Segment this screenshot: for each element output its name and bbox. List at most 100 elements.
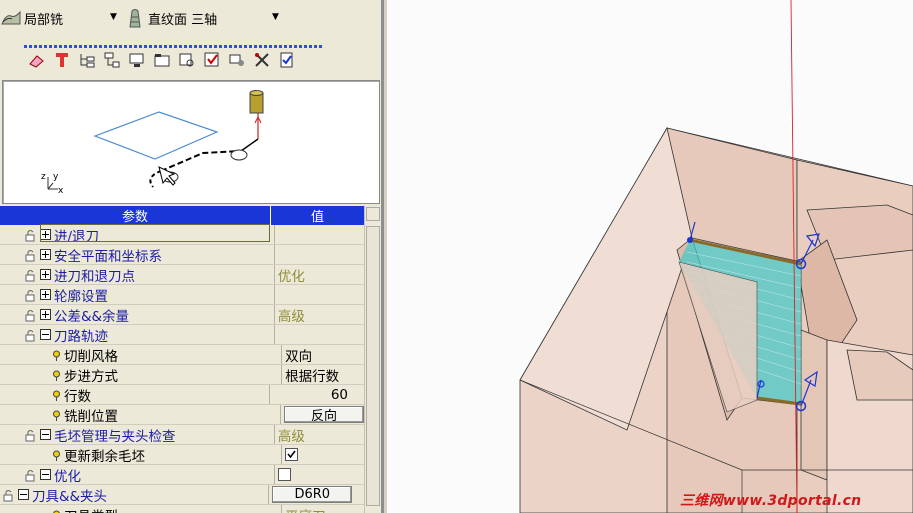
- tree-edit-icon[interactable]: [76, 50, 97, 71]
- optimize-checkbox[interactable]: [277, 468, 291, 481]
- strategy-label: 局部铣: [24, 12, 64, 28]
- row-label: 行数: [64, 388, 91, 405]
- report-icon[interactable]: [276, 50, 297, 71]
- expand-icon[interactable]: [40, 229, 51, 240]
- row-label: 刀路轨迹: [54, 328, 108, 345]
- toolbar: [26, 48, 297, 72]
- tool-select-button[interactable]: D6R0: [272, 486, 353, 503]
- tree-icon[interactable]: [101, 50, 122, 71]
- lock-icon: [24, 228, 38, 242]
- axis-y-label: y: [53, 172, 59, 182]
- row-label: 铣削位置: [64, 408, 118, 425]
- grid-row[interactable]: 公差&&余量 高级: [0, 305, 364, 325]
- strategy-combo[interactable]: 局部铣 ▼: [0, 6, 117, 30]
- lock-icon: [2, 488, 16, 502]
- scroll-thumb[interactable]: [366, 226, 380, 506]
- axis-z-label: z: [41, 172, 46, 182]
- row-value[interactable]: 双向: [282, 345, 364, 365]
- row-value[interactable]: 根据行数: [282, 365, 364, 385]
- axis-x-label: x: [58, 186, 64, 196]
- grid-row[interactable]: 刀具&&夹头 D6R0: [0, 485, 364, 505]
- row-label: 进刀和退刀点: [54, 268, 135, 285]
- row-label: 切削风格: [64, 348, 118, 365]
- row-value[interactable]: 高级: [274, 425, 364, 445]
- grid-row[interactable]: 切削风格 双向: [0, 345, 364, 365]
- pin-icon: [52, 449, 61, 461]
- watermark: 三维网www.3dportal.cn: [680, 493, 862, 509]
- grid-row[interactable]: 步进方式 根据行数: [0, 365, 364, 385]
- row-value[interactable]: 优化: [274, 265, 364, 285]
- grid-scrollbar[interactable]: [364, 206, 381, 513]
- expand-icon[interactable]: [40, 249, 51, 260]
- collapse-icon[interactable]: [40, 469, 51, 480]
- grid-row[interactable]: 进刀和退刀点 优化: [0, 265, 364, 285]
- row-value: [274, 245, 364, 264]
- grid-row[interactable]: 行数 60: [0, 385, 364, 405]
- left-panel: 局部铣 ▼ 直纹面 三轴 ▼ z y x 参数 值 进/退刀 安全平面和坐标系 …: [0, 0, 384, 513]
- grid-row[interactable]: 优化: [0, 465, 364, 485]
- grid-header: 参数 值: [0, 206, 364, 225]
- row-label: 安全平面和坐标系: [54, 248, 162, 265]
- header-value: 值: [310, 210, 324, 225]
- grid-row[interactable]: 更新剩余毛坯: [0, 445, 364, 465]
- surface-icon: [124, 7, 146, 29]
- grid-row[interactable]: 进/退刀: [0, 225, 364, 245]
- expand-icon[interactable]: [40, 269, 51, 280]
- lock-icon: [24, 328, 38, 342]
- pin-icon: [52, 389, 61, 401]
- row-value: [274, 325, 364, 344]
- eraser-icon[interactable]: [26, 50, 47, 71]
- lock-icon: [24, 288, 38, 302]
- grid-row[interactable]: 轮廓设置: [0, 285, 364, 305]
- grid-row[interactable]: 铣削位置 反向: [0, 405, 364, 425]
- settings-icon[interactable]: [226, 50, 247, 71]
- pin-icon: [52, 349, 61, 361]
- row-label: 优化: [54, 468, 81, 485]
- display-icon[interactable]: [126, 50, 147, 71]
- row-label: 毛坯管理与夹头检查: [54, 428, 176, 445]
- scroll-up-icon[interactable]: [366, 207, 380, 221]
- reverse-button[interactable]: 反向: [284, 406, 364, 424]
- row-label: 刀具&&夹头: [32, 488, 108, 505]
- lock-icon: [24, 468, 38, 482]
- chevron-down-icon[interactable]: ▼: [272, 12, 279, 22]
- lock-icon: [24, 428, 38, 442]
- lock-icon: [24, 308, 38, 322]
- surface-label: 直纹面 三轴: [148, 12, 218, 28]
- tool-icon[interactable]: [51, 50, 72, 71]
- tools-icon[interactable]: [251, 50, 272, 71]
- save-icon[interactable]: [201, 50, 222, 71]
- approach-preview: z y x: [2, 80, 380, 204]
- chevron-down-icon[interactable]: ▼: [110, 12, 117, 22]
- row-value: [274, 285, 364, 304]
- row-value[interactable]: 平底刀: [282, 505, 364, 513]
- expand-icon[interactable]: [40, 309, 51, 320]
- update-stock-checkbox[interactable]: [285, 448, 299, 461]
- row-label: 步进方式: [64, 368, 118, 385]
- pin-icon: [52, 409, 61, 421]
- panel-splitter[interactable]: [381, 0, 384, 513]
- row-value: [274, 225, 364, 244]
- collapse-icon[interactable]: [40, 429, 51, 440]
- grid-row[interactable]: 刀路轨迹: [0, 325, 364, 345]
- row-label: 轮廓设置: [54, 288, 108, 305]
- header-param: 参数: [0, 206, 271, 225]
- grid-row[interactable]: 安全平面和坐标系: [0, 245, 364, 265]
- 3d-viewport[interactable]: [387, 0, 913, 513]
- row-value[interactable]: 高级: [274, 305, 364, 325]
- row-value[interactable]: 60: [270, 385, 364, 404]
- expand-icon[interactable]: [40, 289, 51, 300]
- collapse-icon[interactable]: [18, 489, 29, 500]
- lock-icon: [24, 268, 38, 282]
- print-preview-icon[interactable]: [176, 50, 197, 71]
- grid-row[interactable]: 毛坯管理与夹头检查 高级: [0, 425, 364, 445]
- surface-combo[interactable]: 直纹面 三轴 ▼: [124, 6, 279, 30]
- row-label: 公差&&余量: [54, 308, 130, 325]
- folder-display-icon[interactable]: [151, 50, 172, 71]
- lock-icon: [24, 248, 38, 262]
- pin-icon: [52, 509, 61, 513]
- row-label: 进/退刀: [54, 228, 100, 245]
- pin-icon: [52, 369, 61, 381]
- collapse-icon[interactable]: [40, 329, 51, 340]
- grid-row[interactable]: 刀具类型 平底刀: [0, 505, 364, 513]
